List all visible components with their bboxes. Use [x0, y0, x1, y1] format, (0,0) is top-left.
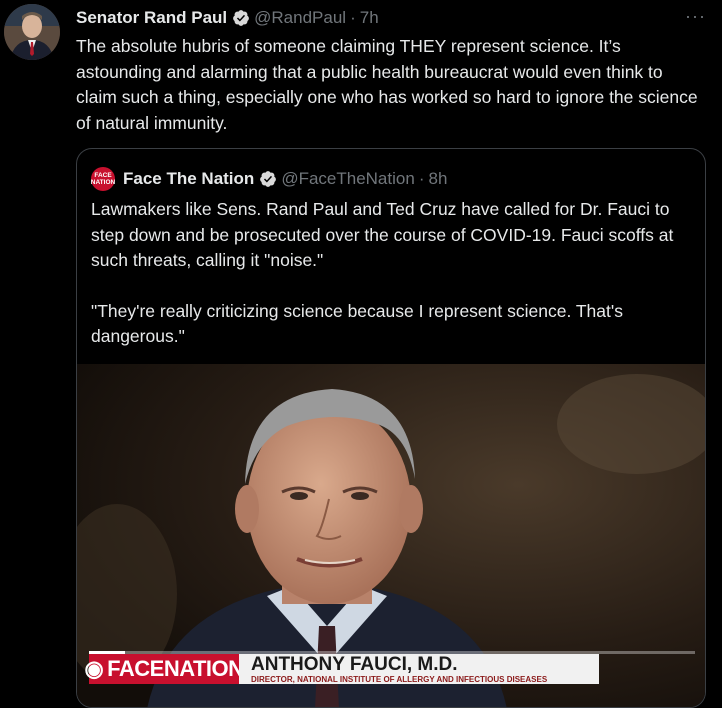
quoted-tweet-text: Lawmakers like Sens. Rand Paul and Ted C… [91, 197, 691, 375]
quoted-avatar-text-2: NATION [90, 179, 116, 186]
quoted-tweet-header: FACE NATION Face The Nation @FaceTheNati… [91, 167, 447, 191]
quoted-separator-dot: · [418, 169, 425, 188]
tweet[interactable]: Senator Rand Paul @RandPaul · 7h ··· The… [0, 0, 722, 708]
cbs-eye-icon: ◉ [84, 656, 104, 681]
author-avatar[interactable] [4, 4, 60, 60]
quoted-author-handle[interactable]: @FaceTheNation [281, 169, 415, 189]
video-player[interactable]: ◉ FACENATION ANTHONY FAUCI, M.D. DIRECTO… [77, 364, 705, 707]
author-handle[interactable]: @RandPaul [254, 8, 346, 28]
tweet-text: The absolute hubris of someone claiming … [76, 36, 698, 133]
tweet-header: Senator Rand Paul @RandPaul · 7h [76, 6, 379, 30]
quoted-avatar-text-1: FACE [94, 172, 112, 179]
tweet-timestamp[interactable]: 7h [360, 8, 379, 28]
quoted-author-avatar[interactable]: FACE NATION [91, 167, 115, 191]
author-photo [4, 4, 60, 60]
lower-third-name: ANTHONY FAUCI, M.D. [251, 653, 458, 675]
lower-third-title: DIRECTOR, NATIONAL INSTITUTE OF ALLERGY … [251, 674, 548, 684]
quoted-paragraph-1: Lawmakers like Sens. Rand Paul and Ted C… [91, 199, 674, 270]
quoted-verified-badge-icon [260, 171, 277, 187]
quoted-author-name[interactable]: Face The Nation [123, 169, 254, 189]
quoted-timestamp[interactable]: 8h [428, 169, 447, 189]
author-name[interactable]: Senator Rand Paul [76, 8, 227, 28]
quoted-tweet[interactable]: FACE NATION Face The Nation @FaceTheNati… [76, 148, 706, 708]
logo-text: FACENATION [107, 656, 244, 681]
verified-badge-icon [233, 10, 250, 26]
more-options-icon[interactable]: ··· [685, 6, 706, 27]
quoted-paragraph-2: "They're really criticizing science beca… [91, 300, 623, 347]
separator-dot: · [350, 8, 356, 27]
